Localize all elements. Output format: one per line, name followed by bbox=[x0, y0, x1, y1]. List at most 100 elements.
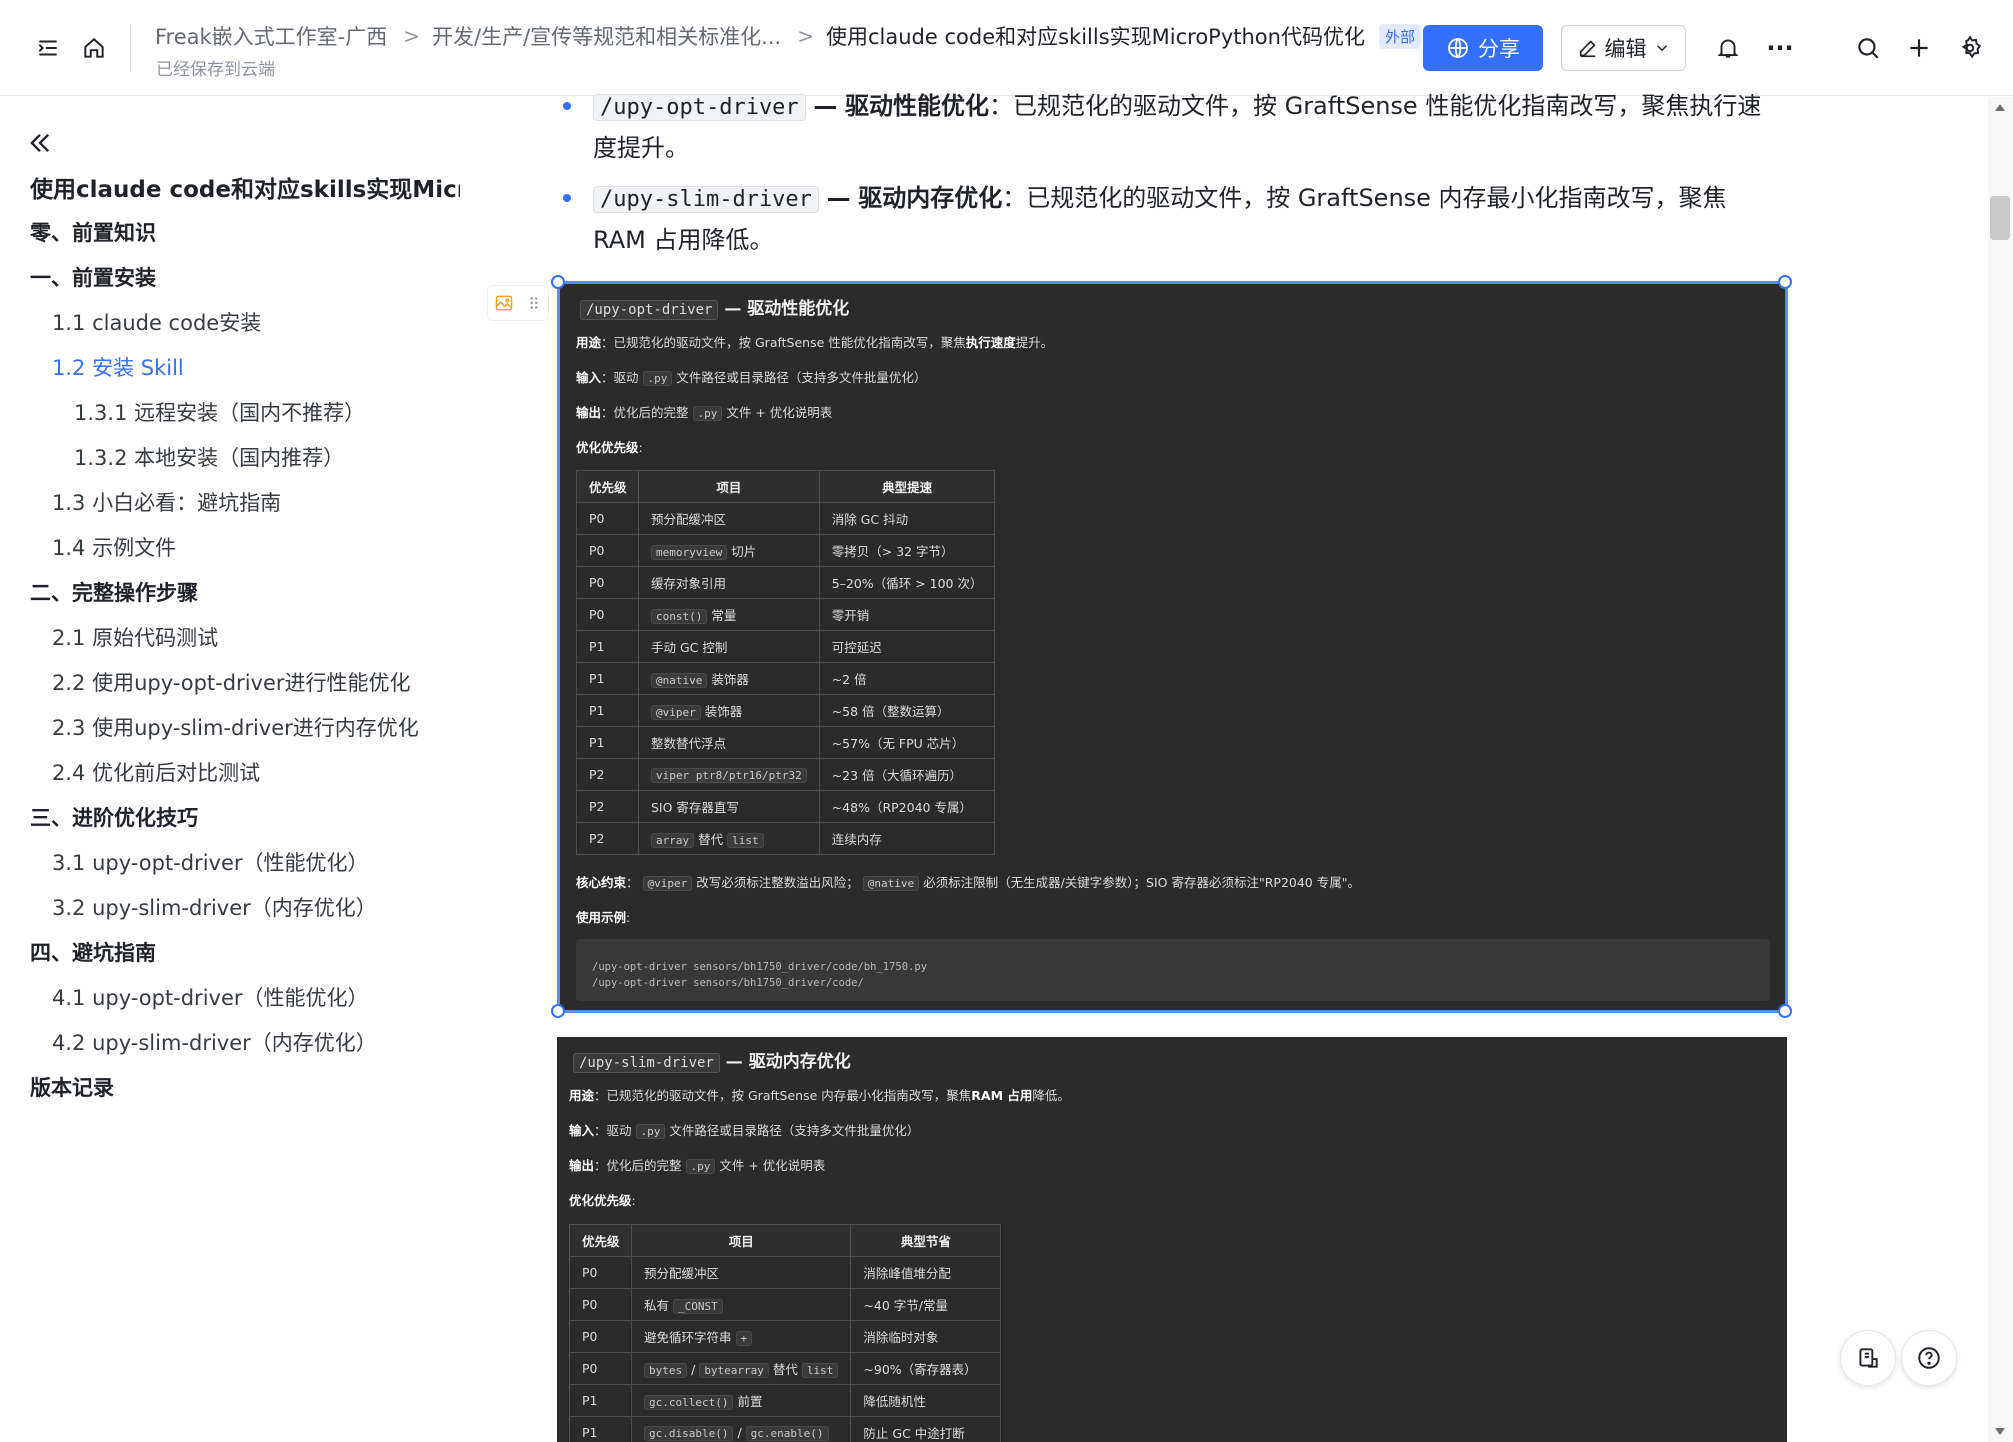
gear-icon[interactable] bbox=[1952, 30, 1988, 66]
text: 文件 + 优化说明表 bbox=[726, 405, 833, 420]
cell-text: 预分配缓冲区 bbox=[644, 1266, 720, 1281]
table-cell: SIO 寄存器直写 bbox=[638, 790, 820, 823]
table-cell: 手动 GC 控制 bbox=[638, 630, 820, 663]
code-span: @native bbox=[862, 876, 920, 891]
outline-item[interactable]: 2.1 原始代码测试 bbox=[52, 622, 218, 652]
outline-item[interactable]: 一、前置安装 bbox=[30, 262, 156, 292]
bullet-icon bbox=[563, 194, 571, 202]
outline-item[interactable]: 三、进阶优化技巧 bbox=[30, 802, 198, 832]
scroll-down-arrow[interactable] bbox=[1995, 1428, 2005, 1435]
table-cell: 零开销 bbox=[818, 598, 996, 631]
drag-handle-icon[interactable] bbox=[525, 294, 543, 312]
pencil-icon bbox=[1579, 40, 1596, 58]
outline-item[interactable]: 1.3.1 远程安装（国内不推荐） bbox=[74, 397, 365, 427]
cell-text: 防止 GC 中途打断 bbox=[863, 1426, 965, 1441]
table-row: P1 gc.disable() / gc.enable() 防止 GC 中途打断 bbox=[569, 1416, 1002, 1442]
resize-handle[interactable] bbox=[1778, 1004, 1792, 1018]
outline-item[interactable]: 2.4 优化前后对比测试 bbox=[52, 757, 260, 787]
code-span: @native bbox=[651, 673, 708, 688]
outline-item[interactable]: 1.3 小白必看：避坑指南 bbox=[52, 487, 281, 517]
outline-item[interactable]: 零、前置知识 bbox=[30, 217, 156, 247]
outline-item[interactable]: 2.3 使用upy-slim-driver进行内存优化 bbox=[52, 712, 419, 742]
outline-item[interactable]: 1.4 示例文件 bbox=[52, 532, 176, 562]
cell-text: P0 bbox=[589, 575, 605, 590]
copy-doc-button[interactable] bbox=[1840, 1330, 1896, 1386]
embedded-image-opt-driver[interactable]: /upy-opt-driver — 驱动性能优化 用途：已规范化的驱动文件，按 … bbox=[557, 281, 1788, 1013]
block-toolbar[interactable] bbox=[487, 285, 549, 321]
cell-text: 前置 bbox=[737, 1394, 763, 1409]
text: 提升。 bbox=[1015, 335, 1054, 350]
cell-text: ~48%（RP2040 专属） bbox=[831, 800, 972, 815]
resize-handle[interactable] bbox=[551, 1004, 565, 1018]
edit-button[interactable]: 编辑 bbox=[1561, 25, 1686, 71]
cell-text: ~40 字节/常量 bbox=[863, 1298, 948, 1313]
dash: — bbox=[826, 184, 851, 212]
search-icon[interactable] bbox=[1850, 30, 1886, 66]
outline-item[interactable]: 4.2 upy-slim-driver（内存优化） bbox=[52, 1027, 377, 1057]
cell-text: 消除临时对象 bbox=[863, 1330, 939, 1345]
table-header: 项目 bbox=[638, 470, 820, 503]
input-line: 输入：驱动 .py 文件路径或目录路径（支持多文件批量优化） bbox=[569, 1120, 919, 1139]
outline-item[interactable]: 1.2 安装 Skill bbox=[52, 352, 184, 382]
plus-icon[interactable] bbox=[1901, 30, 1937, 66]
table-cell: 防止 GC 中途打断 bbox=[850, 1416, 1002, 1442]
cell-text: 消除峰值堆分配 bbox=[863, 1266, 951, 1281]
image-icon[interactable] bbox=[494, 293, 514, 313]
cell-text: ~23 倍（大循环遍历） bbox=[831, 768, 963, 783]
table-row: P1 @viper 装饰器 ~58 倍（整数运算） bbox=[576, 694, 996, 727]
resize-handle[interactable] bbox=[1778, 275, 1792, 289]
copy-doc-icon bbox=[1859, 1348, 1878, 1368]
image-heading: /upy-opt-driver — 驱动性能优化 bbox=[580, 294, 849, 320]
double-chevron-left-icon[interactable] bbox=[26, 129, 54, 157]
outline-item[interactable]: 四、避坑指南 bbox=[30, 937, 156, 967]
embedded-image-slim-driver[interactable]: /upy-slim-driver — 驱动内存优化 用途：已规范化的驱动文件，按… bbox=[557, 1037, 1787, 1442]
outline-item[interactable]: 1.3.2 本地安装（国内推荐） bbox=[74, 442, 344, 472]
scroll-up-arrow[interactable] bbox=[1995, 104, 2005, 111]
cell-text: P1 bbox=[589, 735, 605, 750]
share-button[interactable]: 分享 bbox=[1423, 25, 1543, 71]
outline-item[interactable]: 二、完整操作步骤 bbox=[30, 577, 198, 607]
bell-icon[interactable] bbox=[1710, 30, 1746, 66]
table-cell: bytes / bytearray 替代 list bbox=[630, 1352, 852, 1385]
outline-item[interactable]: 2.2 使用upy-opt-driver进行性能优化 bbox=[52, 667, 411, 697]
outline-item[interactable]: 版本记录 bbox=[30, 1072, 114, 1102]
scrollbar[interactable] bbox=[1988, 97, 2013, 1442]
cell-text: 连续内存 bbox=[831, 832, 882, 847]
code-span: gc.enable() bbox=[745, 1426, 829, 1441]
table-row: P1 @native 装饰器 ~2 倍 bbox=[576, 662, 996, 695]
cell-text: P1 bbox=[582, 1425, 598, 1440]
document-title[interactable]: 使用claude code和对应skills实现MicroPython代码优化 bbox=[826, 21, 1365, 51]
breadcrumb-item[interactable]: 开发/生产/宣传等规范和相关标准化... bbox=[432, 21, 781, 51]
dash: — bbox=[813, 92, 838, 120]
label: 输入 bbox=[569, 1123, 595, 1138]
table-cell: P1 bbox=[569, 1416, 632, 1442]
code-line: /upy-opt-driver sensors/bh1750_driver/co… bbox=[592, 961, 928, 973]
cell-text: 替代 bbox=[772, 1362, 798, 1377]
help-button[interactable] bbox=[1901, 1330, 1957, 1386]
text: ：已规范化的驱动文件，按 GraftSense 内存最小化指南改写，聚焦 bbox=[594, 1088, 972, 1103]
resize-handle[interactable] bbox=[551, 275, 565, 289]
outline-item[interactable]: 3.2 upy-slim-driver（内存优化） bbox=[52, 892, 377, 922]
home-icon[interactable] bbox=[76, 30, 112, 66]
table-row: P2 viper ptr8/ptr16/ptr32 ~23 倍（大循环遍历） bbox=[576, 758, 996, 791]
breadcrumb-item[interactable]: Freak嵌入式工作室-广西 bbox=[155, 21, 387, 51]
table-row: P0 预分配缓冲区 消除峰值堆分配 bbox=[569, 1256, 1002, 1289]
table-cell: gc.collect() 前置 bbox=[630, 1384, 852, 1417]
outline-item[interactable]: 3.1 upy-opt-driver（性能优化） bbox=[52, 847, 369, 877]
cell-text: P0 bbox=[589, 511, 605, 526]
cell-text: / bbox=[691, 1362, 696, 1377]
table-cell: 消除 GC 抖动 bbox=[818, 502, 996, 535]
table-cell: viper ptr8/ptr16/ptr32 bbox=[638, 758, 820, 791]
cell-text: ~2 倍 bbox=[831, 672, 867, 687]
outline-item[interactable]: 1.1 claude code安装 bbox=[52, 307, 261, 337]
inline-code: /upy-opt-driver bbox=[593, 94, 806, 121]
outline-item[interactable]: 4.1 upy-opt-driver（性能优化） bbox=[52, 982, 369, 1012]
outline-title[interactable]: 使用claude code和对应skills实现Micr... bbox=[30, 170, 460, 204]
scrollbar-thumb[interactable] bbox=[1990, 196, 2010, 240]
table-cell: P1 bbox=[576, 694, 639, 727]
heading-text: — 驱动内存优化 bbox=[725, 1052, 851, 1072]
outline-toggle-icon[interactable] bbox=[30, 30, 66, 66]
table-cell: P0 bbox=[576, 502, 639, 535]
code-span: array bbox=[651, 833, 695, 848]
more-icon[interactable]: ··· bbox=[1762, 30, 1798, 66]
